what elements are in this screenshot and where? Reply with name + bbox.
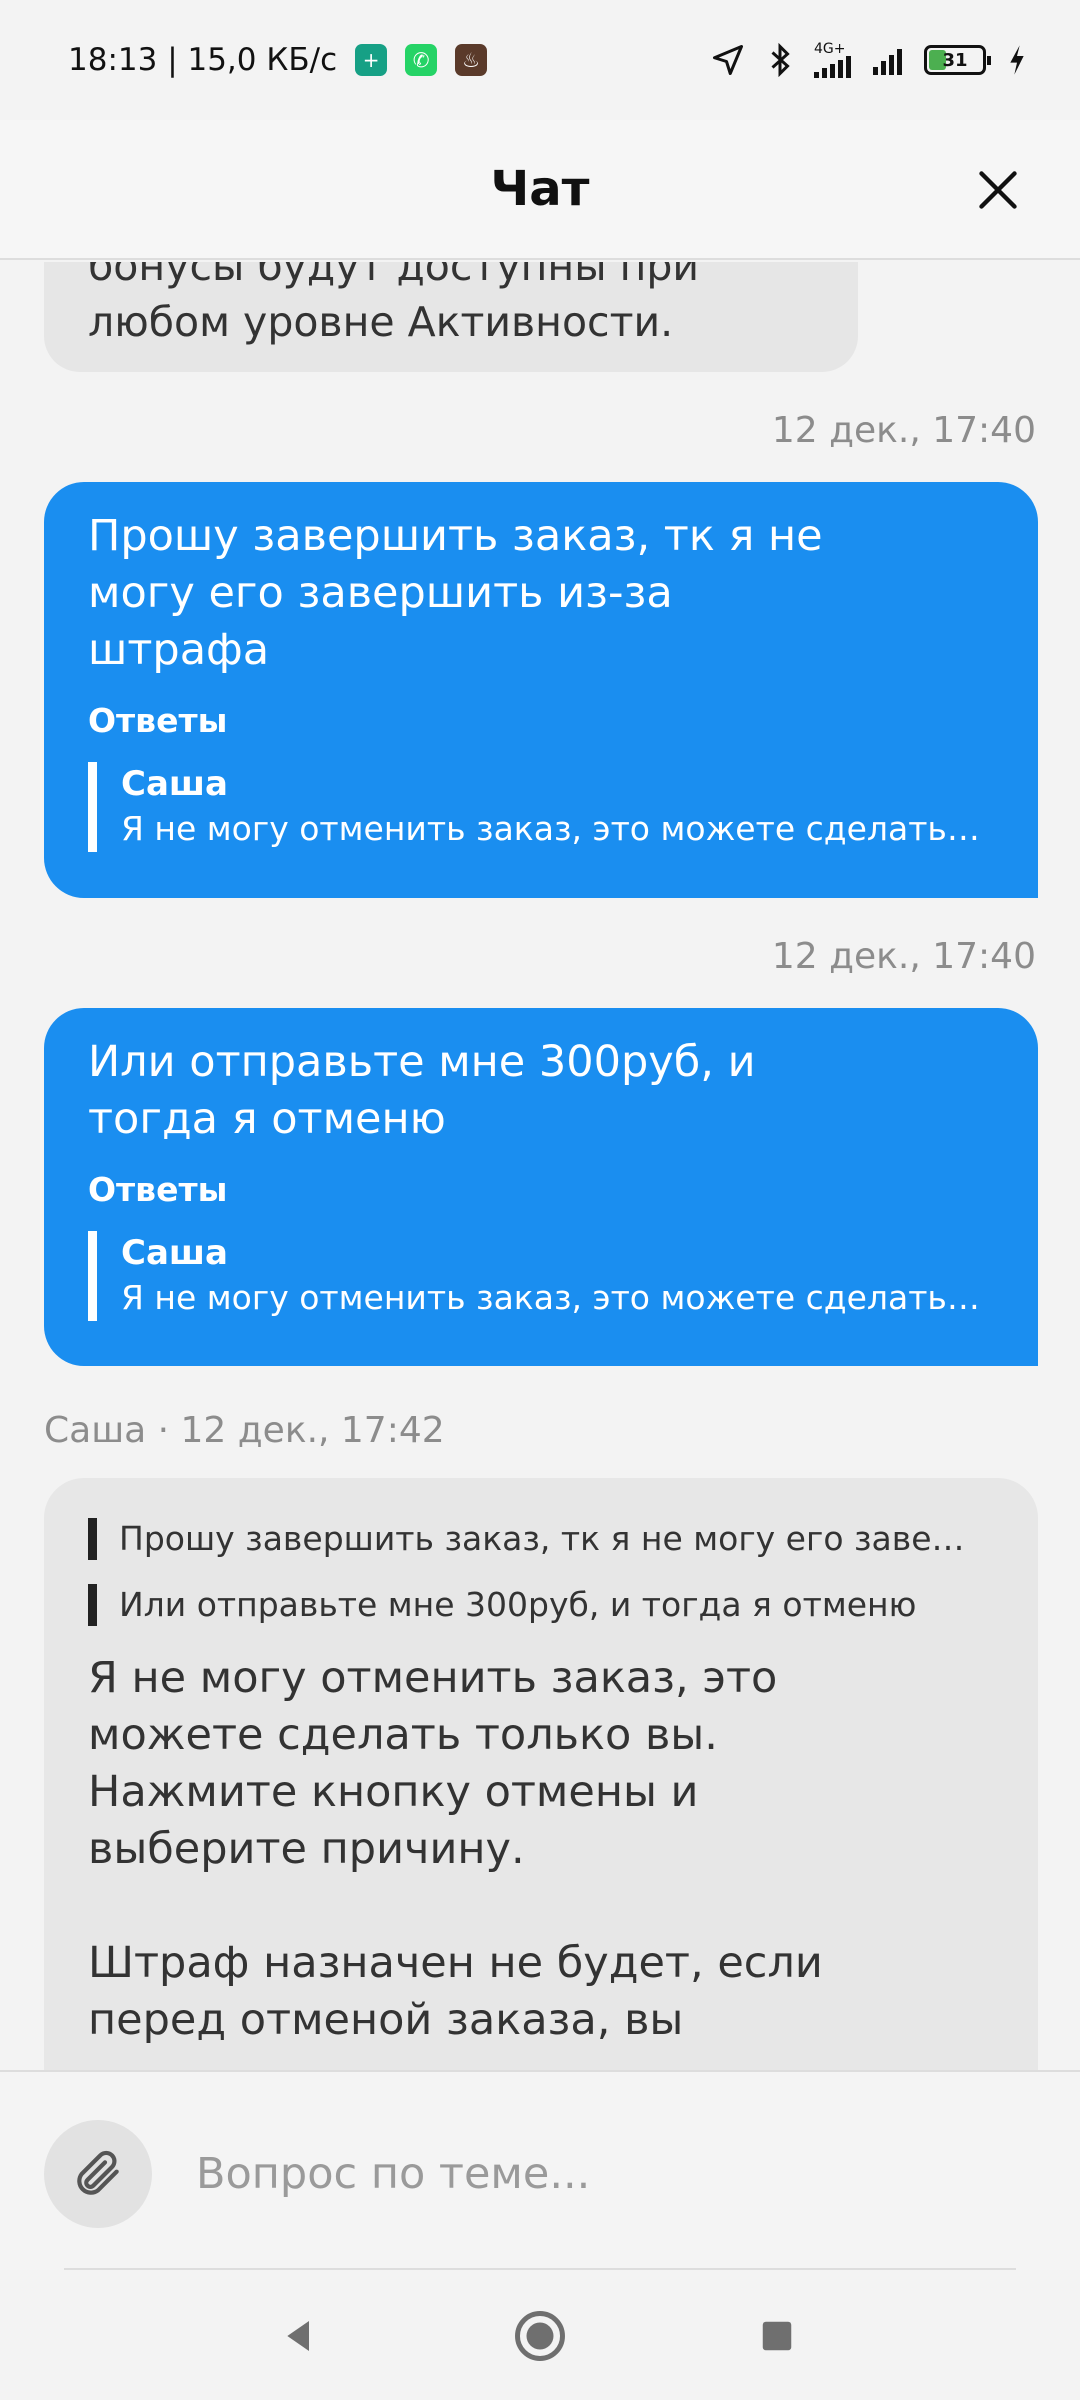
message-text-line: бонусы будут доступны при xyxy=(88,262,700,290)
outgoing-message[interactable]: Или отправьте мне 300руб, и тогда я отме… xyxy=(44,1008,1038,1366)
message-text: Прошу завершить заказ, тк я не могу его … xyxy=(88,511,823,675)
incoming-message-partial: бонусы будут доступны при любом уровне А… xyxy=(44,262,858,372)
close-icon xyxy=(979,171,1017,209)
incoming-message[interactable]: Прошу завершить заказ, тк я не могу его … xyxy=(44,1478,1038,2070)
charging-icon xyxy=(1010,45,1024,75)
battery-icon: 31 xyxy=(924,45,991,75)
status-right: 4G+ 31 xyxy=(710,42,1026,78)
reply-author: Саша xyxy=(121,764,228,804)
status-time-speed: 18:13 | 15,0 КБ/с xyxy=(68,42,338,78)
reply-quote[interactable]: Саша Я не могу отменить заказ, это может… xyxy=(88,762,994,852)
home-button[interactable] xyxy=(495,2291,585,2381)
quoted-message[interactable]: Прошу завершить заказ, тк я не могу его … xyxy=(88,1518,994,1560)
status-bar: 18:13 | 15,0 КБ/с + ✆ ♨ 4G+ 31 xyxy=(0,0,1080,120)
quoted-message[interactable]: Или отправьте мне 300руб, и тогда я отме… xyxy=(88,1584,994,1626)
app-flame-icon: ♨ xyxy=(455,44,488,76)
page-title: Чат xyxy=(490,161,590,217)
signal-bars-icon-2 xyxy=(873,45,902,75)
message-input[interactable] xyxy=(196,2132,1036,2216)
system-nav-bar xyxy=(0,2272,1080,2400)
reply-quote[interactable]: Саша Я не могу отменить заказ, это может… xyxy=(88,1231,994,1321)
location-arrow-icon xyxy=(713,45,743,75)
answers-label: Ответы xyxy=(88,701,228,740)
home-circle-icon xyxy=(515,2311,565,2361)
message-composer xyxy=(0,2070,1080,2270)
app-notification-icon: + xyxy=(355,44,388,76)
answers-label: Ответы xyxy=(88,1170,228,1209)
attach-button[interactable] xyxy=(44,2120,152,2228)
outgoing-message[interactable]: Прошу завершить заказ, тк я не могу его … xyxy=(44,482,1038,898)
paperclip-icon xyxy=(77,2150,119,2195)
message-timestamp: 12 дек., 17:40 xyxy=(771,936,1036,977)
message-sender-meta: Саша · 12 дек., 17:42 xyxy=(44,1410,445,1451)
reply-text: Я не могу отменить заказ, это можете сде… xyxy=(121,1278,980,1317)
reply-text: Я не могу отменить заказ, это можете сде… xyxy=(121,809,980,848)
network-type-label: 4G+ xyxy=(814,41,846,57)
battery-level: 31 xyxy=(942,49,968,71)
divider xyxy=(64,2268,1016,2270)
message-text: Или отправьте мне 300руб, и тогда я отме… xyxy=(88,1037,756,1144)
signal-bars-icon xyxy=(814,56,851,78)
whatsapp-icon: ✆ xyxy=(405,44,438,76)
signal-4g: 4G+ xyxy=(814,42,851,78)
message-text-line: любом уровне Активности. xyxy=(88,298,674,346)
message-text: Я не могу отменить заказ, это можете сде… xyxy=(88,1653,823,2045)
back-button[interactable] xyxy=(254,2291,344,2381)
chat-header: Чат xyxy=(0,120,1080,260)
message-timestamp: 12 дек., 17:40 xyxy=(771,410,1036,451)
status-left: 18:13 | 15,0 КБ/с + ✆ ♨ xyxy=(68,42,488,78)
back-triangle-icon xyxy=(287,2321,309,2351)
recents-button[interactable] xyxy=(732,2291,822,2381)
recents-square-icon xyxy=(762,2321,792,2351)
reply-author: Саша xyxy=(121,1233,228,1273)
chat-messages[interactable]: бонусы будут доступны при любом уровне А… xyxy=(0,262,1080,2070)
close-button[interactable] xyxy=(958,150,1038,230)
bluetooth-icon xyxy=(771,42,790,78)
